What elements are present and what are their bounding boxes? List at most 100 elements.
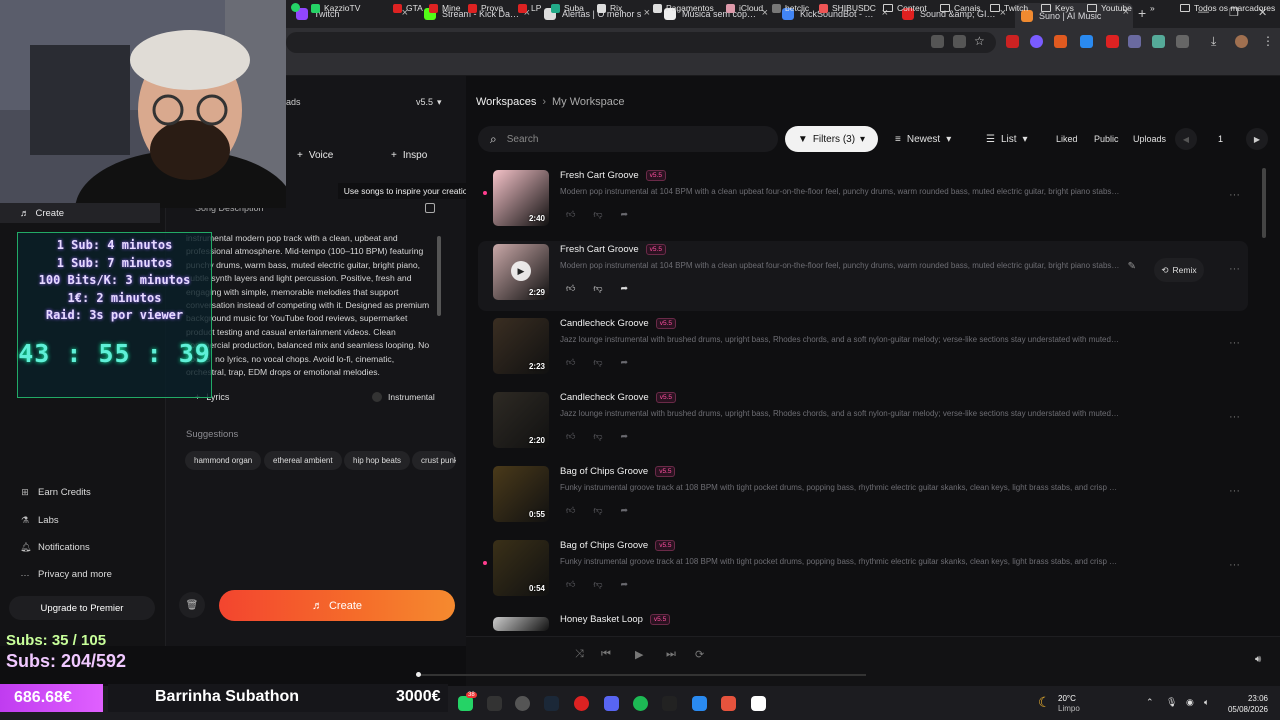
suggestion-chip[interactable]: hammond organ — [185, 451, 262, 470]
chrome-icon[interactable] — [721, 696, 736, 711]
bookmark[interactable]: Rix — [597, 3, 622, 13]
filters-button[interactable]: ▼ Filters (3) ▾ — [785, 126, 878, 152]
progress-handle[interactable] — [416, 672, 421, 677]
suggestion-chip[interactable]: ethereal ambient — [264, 451, 342, 470]
app-icon[interactable] — [692, 696, 707, 711]
more-options-icon[interactable]: ··· — [1229, 485, 1240, 497]
song-row[interactable]: 2:23 Candlecheck Groove v5.5 Jazz lounge in… — [478, 315, 1248, 385]
public-filter[interactable]: Public — [1094, 126, 1119, 152]
bookmarks-more[interactable]: » — [1150, 3, 1155, 13]
song-row[interactable]: 2:20 Candlecheck Groove v5.5 Jazz lounge in… — [478, 389, 1248, 459]
song-title[interactable]: Candlecheck Groove v5.5 — [560, 392, 677, 403]
expand-icon[interactable] — [425, 203, 435, 213]
sort-select[interactable]: ≡ Newest ▾ — [895, 126, 951, 152]
bookmark[interactable]: LP — [518, 3, 541, 13]
shuffle-icon[interactable]: ⤨ — [575, 648, 584, 661]
share-icon[interactable]: ➦ — [621, 283, 629, 294]
extension-icon[interactable] — [1152, 35, 1165, 48]
more-options-icon[interactable]: ··· — [1229, 263, 1240, 275]
song-row[interactable]: 0:55 Bag of Chips Groove v5.5 Funky instrum… — [478, 463, 1248, 533]
bookmark[interactable]: Pagamentos — [653, 3, 714, 13]
share-icon[interactable]: ➦ — [621, 579, 629, 590]
song-title[interactable]: Fresh Cart Groove v5.5 — [560, 244, 666, 255]
dislike-icon[interactable]: 👎︎ — [593, 505, 602, 516]
instrumental-toggle[interactable]: Instrumental — [372, 392, 435, 402]
whatsapp-icon[interactable] — [458, 696, 473, 711]
extension-icon[interactable] — [1080, 35, 1093, 48]
bookmark[interactable]: Content — [883, 3, 927, 13]
bookmark[interactable]: Keys — [1041, 3, 1074, 13]
bookmark[interactable]: KazzioTV — [311, 3, 360, 13]
bookmark[interactable]: Suba — [551, 3, 584, 13]
search-input[interactable]: ⌕ Search — [478, 126, 778, 152]
list-scrollbar[interactable] — [1262, 168, 1266, 238]
sidebar-item-labs[interactable]: ⚗ Labs — [20, 515, 59, 526]
cast-icon[interactable] — [953, 35, 966, 48]
panel-tab-label[interactable]: ads — [286, 97, 301, 107]
version-select[interactable]: v5.5 ▾ — [416, 97, 442, 108]
bookmark[interactable]: Prova — [468, 3, 503, 13]
extension-icon[interactable] — [1128, 35, 1141, 48]
app-icon[interactable] — [604, 696, 619, 711]
more-options-icon[interactable]: ··· — [1229, 411, 1240, 423]
song-title[interactable]: Honey Basket Loop v5.5 — [560, 614, 671, 625]
dislike-icon[interactable]: 👎︎ — [593, 357, 602, 368]
create-song-button[interactable]: ♬ Create — [219, 590, 455, 621]
next-icon[interactable]: ⏭︎ — [666, 648, 676, 661]
suggestion-chip[interactable]: hip hop beats — [344, 451, 411, 470]
new-tab-button[interactable]: + — [1138, 5, 1146, 21]
bookmark[interactable]: betclic — [772, 3, 809, 13]
dislike-icon[interactable]: 👎︎ — [593, 579, 602, 590]
close-tab-icon[interactable]: × — [644, 7, 650, 19]
steam-icon[interactable] — [544, 696, 559, 711]
clock[interactable]: 23:06 05/08/2026 — [1224, 693, 1268, 715]
extension-icon[interactable] — [1106, 35, 1119, 48]
song-thumbnail[interactable]: 2:23 — [493, 318, 549, 374]
microphone-icon[interactable]: 🎙︎ — [1166, 697, 1177, 708]
dislike-icon[interactable]: 👎︎ — [593, 283, 602, 294]
whatsapp-bookmark[interactable] — [291, 3, 300, 12]
app-icon[interactable] — [487, 696, 502, 711]
song-row[interactable]: 2:40 Fresh Cart Groove v5.5 Modern pop inst… — [478, 167, 1248, 237]
upgrade-button[interactable]: Upgrade to Premier — [9, 596, 155, 620]
spotify-icon[interactable] — [633, 696, 648, 711]
extension-icon[interactable] — [1054, 35, 1067, 48]
share-icon[interactable]: ➦ — [621, 431, 629, 442]
share-icon[interactable]: ➦ — [621, 357, 629, 368]
all-bookmarks[interactable]: Todos os marcadores — [1180, 3, 1275, 13]
bookmark[interactable]: GTA — [393, 3, 423, 13]
remix-button[interactable]: ⟲ Remix — [1154, 258, 1204, 282]
extensions-puzzle-icon[interactable] — [1176, 35, 1189, 48]
bookmark[interactable]: Twitch — [990, 3, 1028, 13]
song-thumbnail[interactable]: 0:54 — [493, 540, 549, 596]
like-icon[interactable]: 👍︎ — [566, 283, 575, 294]
sidebar-item-earn-credits[interactable]: ⊞ Earn Credits — [20, 487, 91, 498]
extension-icon[interactable] — [1030, 35, 1043, 48]
share-icon[interactable]: ➦ — [621, 209, 629, 220]
song-thumbnail[interactable] — [493, 617, 549, 631]
song-thumbnail[interactable]: 2:40 — [493, 170, 549, 226]
song-title[interactable]: Bag of Chips Groove v5.5 — [560, 540, 676, 551]
song-description-input[interactable]: instrumental modern pop track with a cle… — [186, 232, 432, 382]
like-icon[interactable]: 👍︎ — [566, 505, 575, 516]
bookmark[interactable]: Mine — [429, 3, 460, 13]
chevron-up-icon[interactable]: ⌃ — [1146, 697, 1154, 708]
voice-button[interactable]: + Voice — [297, 143, 333, 167]
inspo-button[interactable]: + Inspo — [391, 143, 427, 167]
edit-icon[interactable]: ✎ — [1128, 261, 1136, 272]
uploads-filter[interactable]: Uploads — [1133, 126, 1166, 152]
app-icon[interactable] — [751, 696, 766, 711]
description-scrollbar[interactable] — [437, 236, 441, 316]
bookmark[interactable]: SHIBUSDC — [819, 3, 876, 13]
repeat-icon[interactable]: ⟳ — [695, 648, 704, 661]
sidebar-item-create[interactable]: ♬ Create — [0, 203, 160, 223]
like-icon[interactable]: 👍︎ — [566, 431, 575, 442]
play-icon[interactable]: ▶ — [511, 261, 531, 281]
song-title[interactable]: Bag of Chips Groove v5.5 — [560, 466, 676, 477]
previous-icon[interactable]: ⏮︎ — [601, 648, 611, 661]
progress-track[interactable] — [418, 674, 866, 676]
song-thumbnail[interactable]: 2:20 — [493, 392, 549, 448]
song-title[interactable]: Candlecheck Groove v5.5 — [560, 318, 677, 329]
clear-icon[interactable]: 🗑︎ — [179, 592, 205, 618]
bookmark[interactable]: Youtube — [1087, 3, 1132, 13]
